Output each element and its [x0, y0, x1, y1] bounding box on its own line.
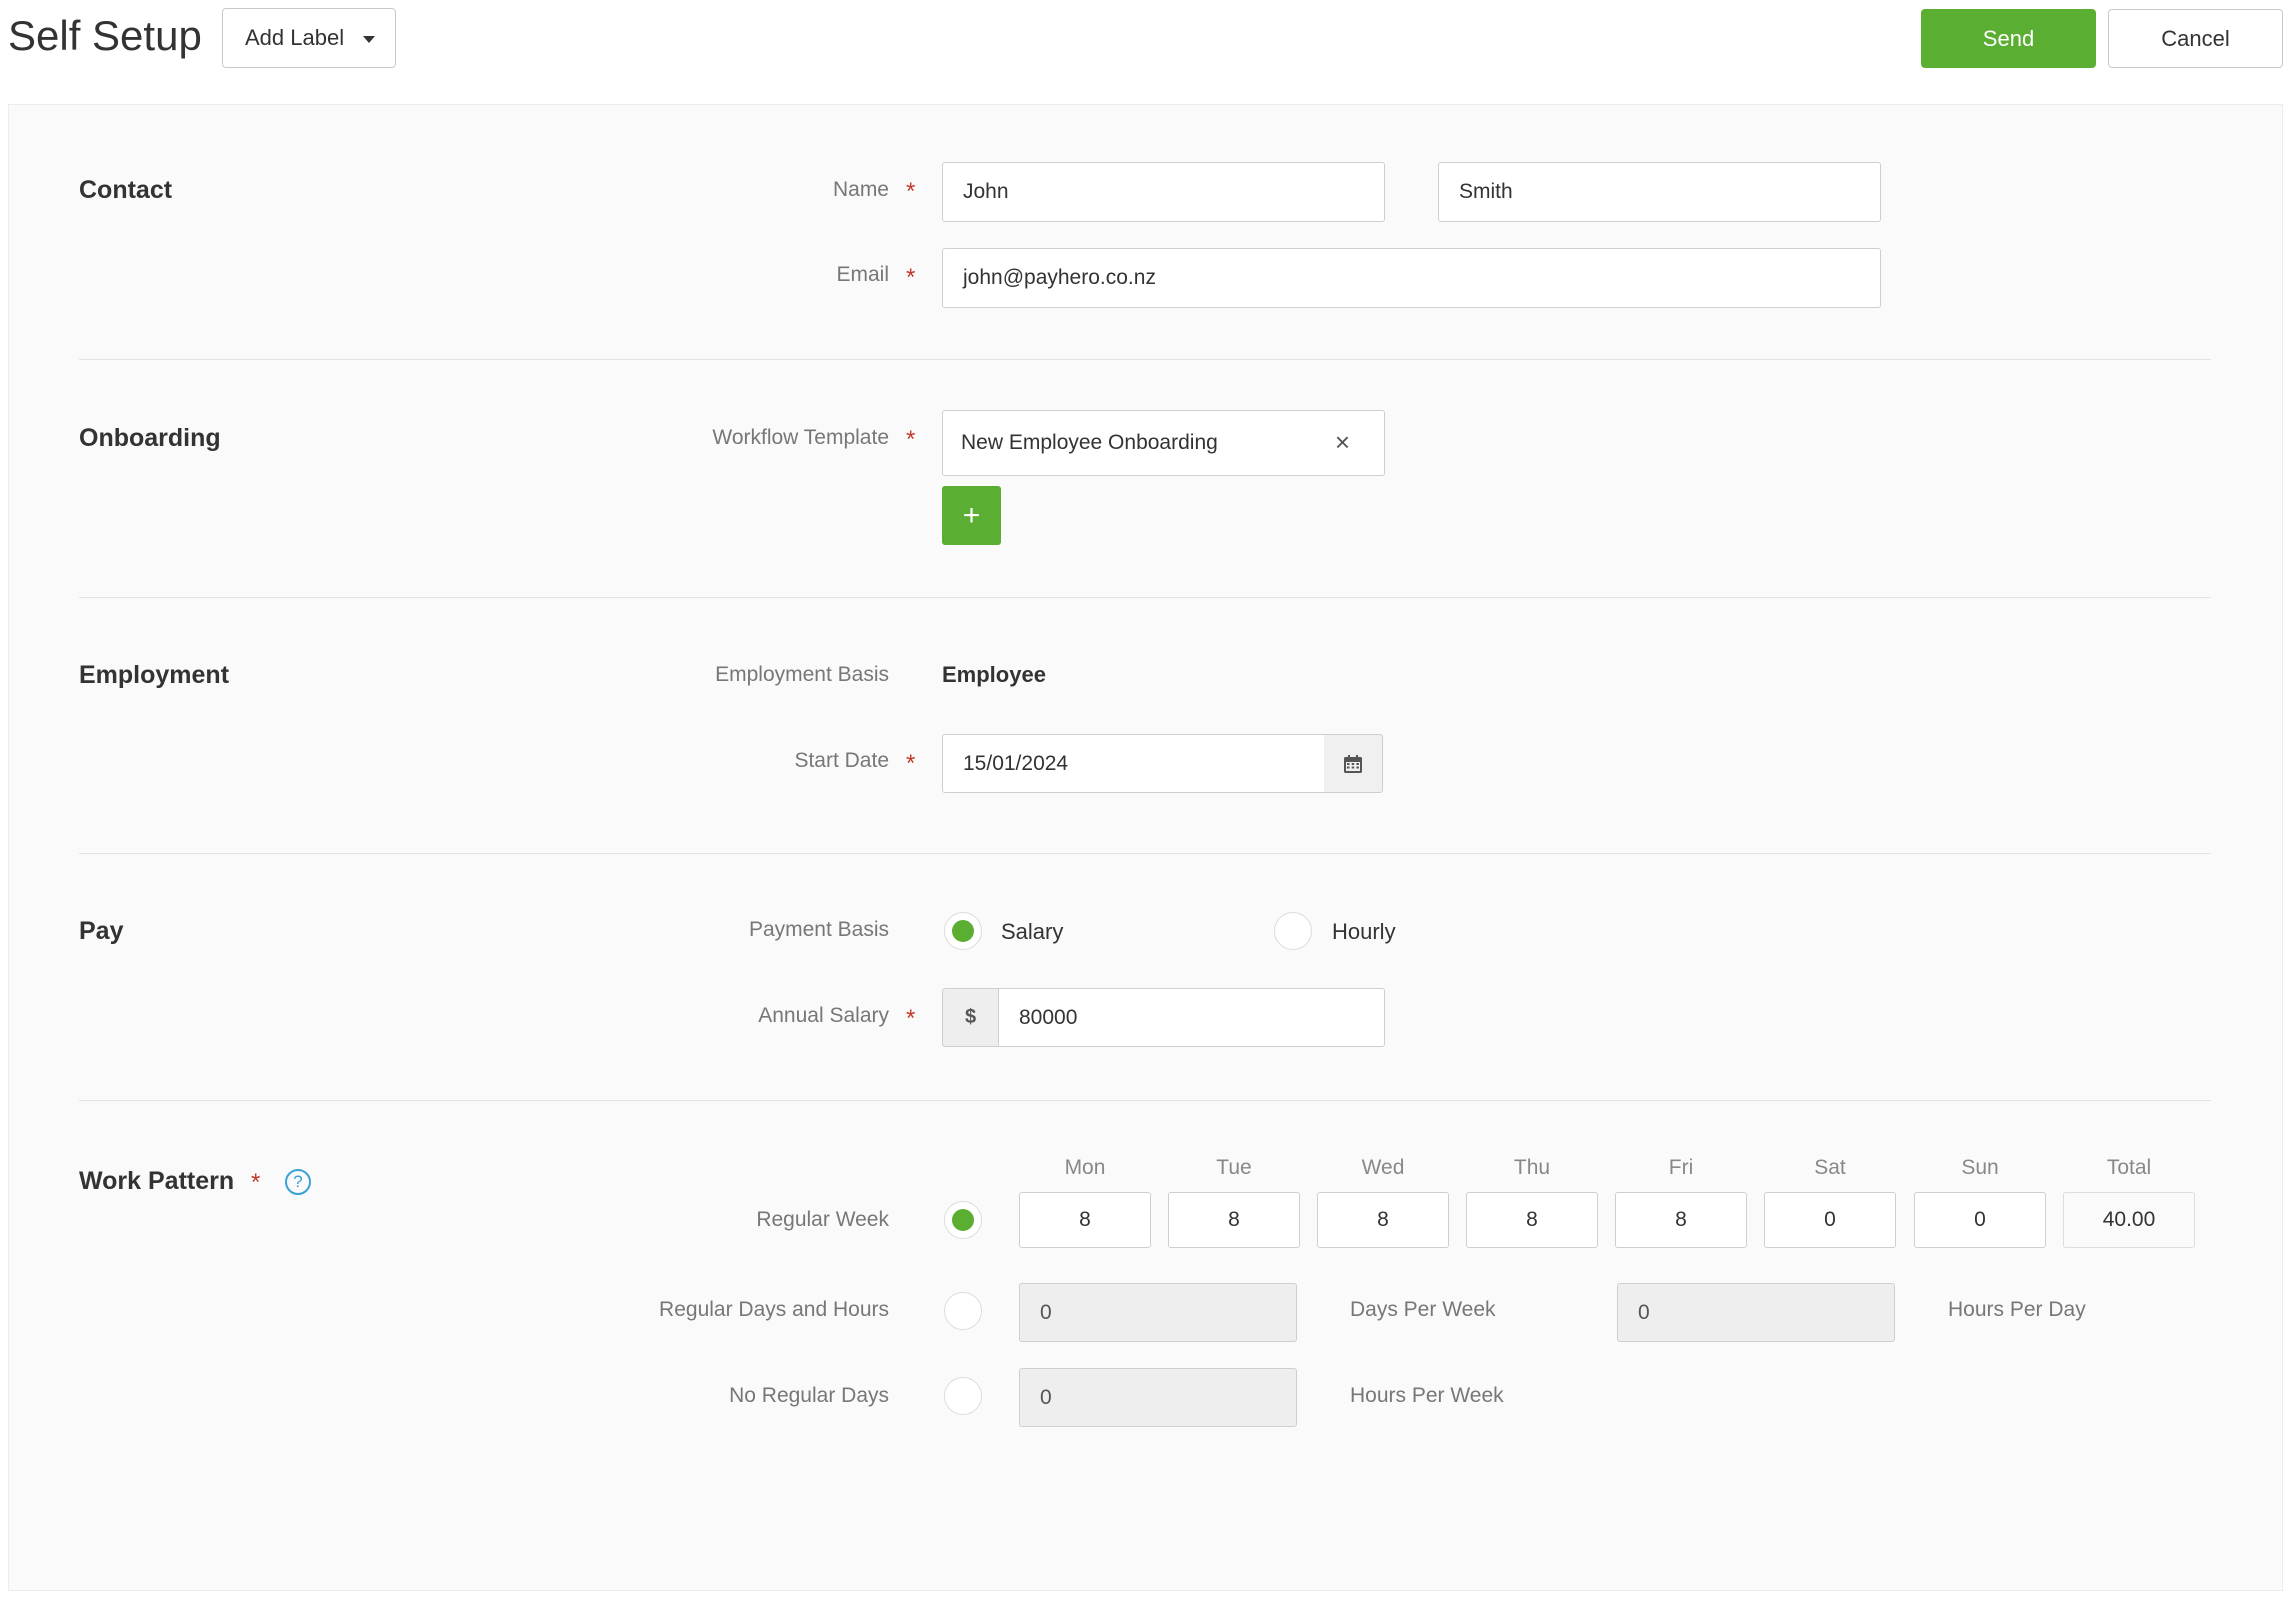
days-per-week-input[interactable]: 0 — [1019, 1283, 1297, 1342]
employment-basis-value: Employee — [942, 662, 1046, 687]
hours-tue-input[interactable]: 8 — [1168, 1192, 1300, 1248]
hours-sat-input[interactable]: 0 — [1764, 1192, 1896, 1248]
section-title-pay: Pay — [79, 917, 124, 945]
add-label-text: Add Label — [245, 25, 345, 50]
hourly-radio[interactable] — [1274, 912, 1312, 950]
payment-basis-label: Payment Basis — [748, 918, 889, 941]
calendar-icon — [1344, 754, 1362, 773]
required-asterisk-icon: * — [906, 426, 916, 453]
no-regular-days-radio[interactable] — [944, 1377, 982, 1415]
hours-per-day-label: Hours Per Day — [1948, 1298, 2086, 1321]
required-asterisk-icon: * — [906, 178, 916, 205]
salary-option-label[interactable]: Salary — [1001, 919, 1063, 945]
radio-selected-dot — [952, 1209, 974, 1231]
section-title-employment: Employment — [79, 661, 230, 689]
section-divider — [79, 1100, 2211, 1101]
days-per-week-label: Days Per Week — [1350, 1298, 1496, 1321]
workflow-template-label: Workflow Template — [712, 426, 889, 449]
hours-per-day-input[interactable]: 0 — [1617, 1283, 1895, 1342]
day-header-thu: Thu — [1513, 1156, 1551, 1179]
first-name-input[interactable]: John — [942, 162, 1385, 222]
total-header: Total — [2106, 1156, 2152, 1179]
section-title-onboarding: Onboarding — [79, 424, 221, 452]
section-divider — [79, 359, 2211, 360]
section-title-work-pattern: Work Pattern — [79, 1167, 235, 1195]
start-date-input[interactable]: 15/01/2024 — [942, 734, 1325, 793]
required-asterisk-icon: * — [906, 1005, 916, 1032]
required-asterisk-icon: * — [906, 750, 916, 777]
required-asterisk-icon: * — [906, 264, 916, 291]
last-name-input[interactable]: Smith — [1438, 162, 1881, 222]
regular-days-hours-label: Regular Days and Hours — [659, 1298, 889, 1321]
day-header-wed: Wed — [1361, 1156, 1405, 1179]
hours-wed-input[interactable]: 8 — [1317, 1192, 1449, 1248]
hours-per-week-input[interactable]: 0 — [1019, 1368, 1297, 1427]
section-divider — [79, 597, 2211, 598]
day-header-tue: Tue — [1216, 1156, 1252, 1179]
start-date-label: Start Date — [794, 749, 889, 772]
cancel-button[interactable]: Cancel — [2108, 9, 2283, 68]
total-hours-value: 40.00 — [2063, 1192, 2195, 1248]
day-header-mon: Mon — [1064, 1156, 1106, 1179]
hourly-option-label[interactable]: Hourly — [1332, 919, 1396, 945]
annual-salary-label: Annual Salary — [758, 1004, 889, 1027]
hours-mon-input[interactable]: 8 — [1019, 1192, 1151, 1248]
annual-salary-input[interactable]: 80000 — [998, 988, 1385, 1047]
employment-basis-label: Employment Basis — [715, 663, 889, 686]
hours-fri-input[interactable]: 8 — [1615, 1192, 1747, 1248]
hours-per-week-label: Hours Per Week — [1350, 1384, 1504, 1407]
workflow-template-select[interactable]: New Employee Onboarding × — [942, 410, 1385, 476]
plus-icon: + — [962, 498, 981, 532]
workflow-template-value: New Employee Onboarding — [961, 431, 1218, 454]
email-input[interactable]: john@payhero.co.nz — [942, 248, 1881, 308]
section-title-contact: Contact — [79, 176, 173, 204]
day-header-fri: Fri — [1668, 1156, 1694, 1179]
name-label: Name — [832, 178, 889, 201]
send-button[interactable]: Send — [1921, 9, 2096, 68]
hours-thu-input[interactable]: 8 — [1466, 1192, 1598, 1248]
regular-week-radio[interactable] — [944, 1201, 982, 1239]
regular-week-label: Regular Week — [756, 1208, 889, 1231]
caret-down-icon — [363, 36, 375, 43]
radio-selected-dot — [952, 920, 974, 942]
currency-addon: $ — [942, 988, 998, 1047]
add-workflow-button[interactable]: + — [942, 486, 1001, 545]
add-label-dropdown[interactable]: Add Label — [222, 8, 396, 68]
page-title: Self Setup — [8, 12, 202, 59]
section-divider — [79, 853, 2211, 854]
calendar-button[interactable] — [1324, 734, 1383, 793]
day-header-sun: Sun — [1961, 1156, 1999, 1179]
email-label: Email — [836, 263, 889, 286]
day-header-sat: Sat — [1814, 1156, 1846, 1179]
hours-sun-input[interactable]: 0 — [1914, 1192, 2046, 1248]
no-regular-days-label: No Regular Days — [729, 1384, 889, 1407]
required-asterisk-icon: * — [251, 1169, 261, 1196]
help-icon[interactable]: ? — [285, 1169, 311, 1195]
regular-days-hours-radio[interactable] — [944, 1292, 982, 1330]
salary-radio[interactable] — [944, 912, 982, 950]
close-icon[interactable]: × — [1335, 427, 1350, 458]
